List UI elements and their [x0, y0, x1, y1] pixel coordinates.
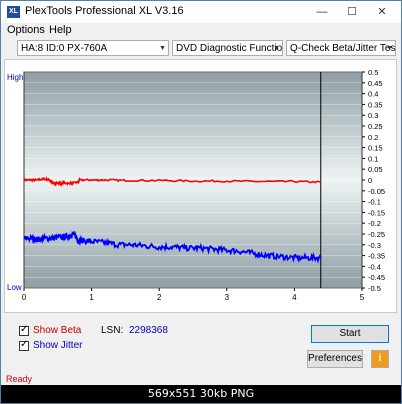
- high-label: High: [7, 73, 23, 82]
- controls-area: Show Beta Show Jitter LSN: 2298368 Start…: [1, 313, 401, 373]
- app-icon: XL: [7, 6, 20, 18]
- x-tick-label: 0: [22, 293, 27, 302]
- status-bar: Ready: [1, 373, 401, 385]
- y-tick-label: -0.15: [368, 208, 385, 217]
- show-beta-checkbox[interactable]: [19, 324, 29, 336]
- drive-select[interactable]: HA:8 ID:0 PX-760A ▼: [17, 40, 169, 56]
- test-select[interactable]: Q-Check Beta/Jitter Test ▼: [286, 40, 396, 56]
- x-tick-label: 3: [225, 293, 230, 302]
- y-tick-label: 0.25: [368, 122, 383, 131]
- y-tick-label: 0.4: [368, 90, 378, 99]
- preferences-button[interactable]: Preferences: [307, 350, 363, 368]
- start-button[interactable]: Start: [311, 325, 389, 343]
- chevron-down-icon: ▼: [273, 45, 280, 52]
- menu-help[interactable]: Help: [49, 24, 72, 36]
- y-tick-label: -0.3: [368, 241, 381, 250]
- y-tick-label: -0.1: [368, 198, 381, 207]
- y-tick-label: 0.05: [368, 165, 383, 174]
- window-title: PlexTools Professional XL V3.16: [25, 5, 184, 17]
- lsn-value: 2298368: [129, 325, 168, 336]
- lsn-label: LSN:: [101, 325, 124, 336]
- test-select-value: Q-Check Beta/Jitter Test: [290, 43, 396, 54]
- y-tick-label: -0.35: [368, 252, 385, 261]
- chevron-down-icon: ▼: [386, 45, 393, 52]
- image-caption: 569x551 30kb PNG: [1, 385, 401, 403]
- function-select-value: DVD Diagnostic Functions: [176, 43, 283, 54]
- chevron-down-icon: ▼: [159, 45, 166, 52]
- y-tick-label: -0.05: [368, 187, 385, 196]
- y-tick-label: 0.45: [368, 79, 383, 88]
- show-jitter-label: Show Jitter: [33, 340, 83, 351]
- y-tick-label: 0: [368, 176, 372, 185]
- chart-panel: 0 1 2 3 4 5 0.5 0.45 0.4 0.35 0.3 0.25 0.2 0.15 0.1 0.…: [4, 59, 397, 313]
- y-tick-label: 0.35: [368, 100, 383, 109]
- menu-options[interactable]: Options: [7, 24, 45, 36]
- app-window: XL PlexTools Professional XL V3.16 — ☐ ✕…: [0, 0, 402, 404]
- title-bar: XL PlexTools Professional XL V3.16 — ☐ ✕: [1, 1, 401, 23]
- y-tick-label: -0.25: [368, 230, 385, 239]
- status-text: Ready: [6, 374, 33, 384]
- y-tick-label: 0.2: [368, 133, 378, 142]
- x-tick-label: 5: [360, 293, 365, 302]
- x-tick-label: 1: [89, 293, 94, 302]
- x-tick-label: 4: [292, 293, 297, 302]
- y-tick-label: 0.3: [368, 111, 378, 120]
- low-label: Low: [7, 283, 22, 292]
- info-icon[interactable]: i: [371, 350, 389, 368]
- y-tick-label: 0.15: [368, 144, 383, 153]
- maximize-button[interactable]: ☐: [337, 2, 367, 22]
- y-tick-label: -0.4: [368, 262, 381, 271]
- minimize-button[interactable]: —: [307, 2, 337, 22]
- y-tick-label: 0.5: [368, 68, 378, 77]
- y-tick-label: -0.2: [368, 219, 381, 228]
- y-tick-label: 0.1: [368, 154, 378, 163]
- menu-bar: Options Help: [1, 23, 401, 39]
- x-tick-label: 2: [157, 293, 162, 302]
- show-beta-label: Show Beta: [33, 325, 82, 336]
- show-jitter-checkbox[interactable]: [19, 339, 29, 351]
- function-select[interactable]: DVD Diagnostic Functions ▼: [172, 40, 283, 56]
- drive-select-value: HA:8 ID:0 PX-760A: [21, 43, 108, 54]
- y-tick-label: -0.45: [368, 273, 385, 282]
- close-button[interactable]: ✕: [367, 2, 397, 22]
- y-tick-label: -0.5: [368, 284, 381, 293]
- beta-jitter-chart: 0 1 2 3 4 5 0.5 0.45 0.40.35 0.3 0.25 0.2 0.150.1 0.…: [7, 68, 385, 302]
